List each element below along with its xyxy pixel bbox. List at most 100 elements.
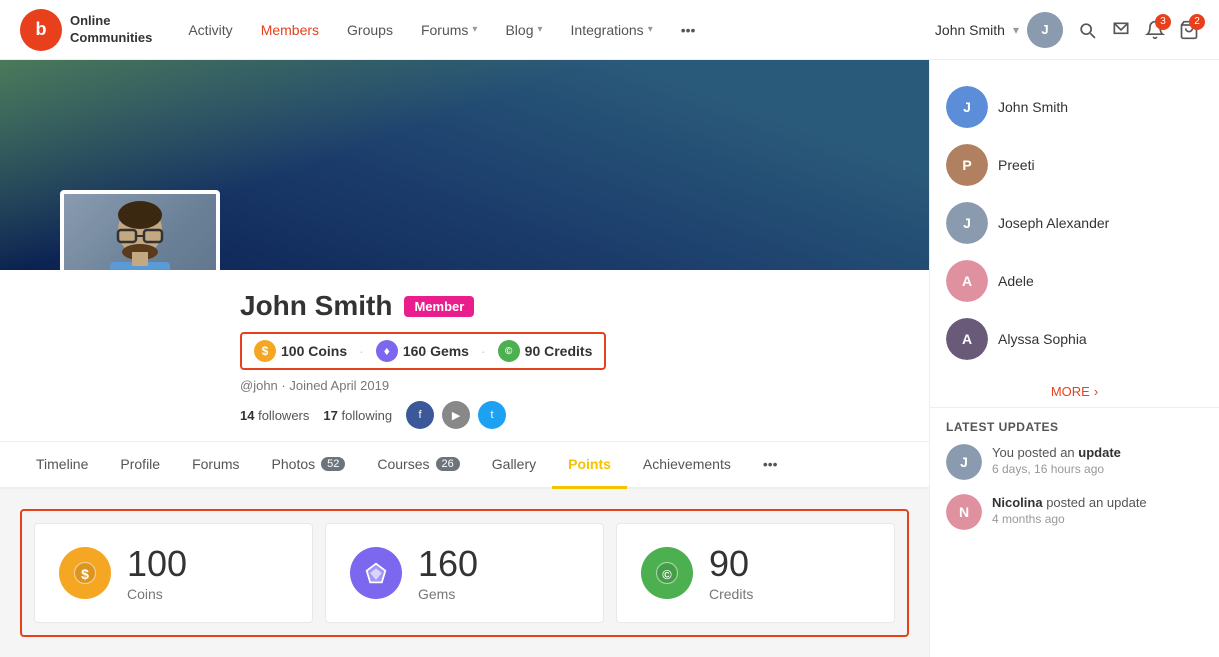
tab-points[interactable]: Points — [552, 442, 627, 489]
member-avatar-joseph: J — [946, 202, 988, 244]
right-sidebar: J John Smith P Preeti J Joseph Alexander… — [929, 60, 1219, 657]
svg-text:$: $ — [81, 566, 89, 582]
points-row: $ 100 Coins · ♦ 160 Gems · © 90 Credits — [240, 332, 606, 370]
twitter-link[interactable]: t — [478, 401, 506, 429]
member-avatar-alyssa: A — [946, 318, 988, 360]
member-avatar-adele: A — [946, 260, 988, 302]
member-name-john: John Smith — [998, 99, 1068, 115]
gems-card-value: 160 — [418, 544, 478, 584]
cart-button[interactable]: 2 — [1179, 20, 1199, 40]
nav-integrations[interactable]: Integrations ▾ — [559, 14, 665, 46]
logo-letter: b — [36, 19, 47, 40]
gems-values: 160 Gems — [418, 544, 478, 602]
tab-profile[interactable]: Profile — [104, 442, 176, 489]
update-text-1: You posted an update 6 days, 16 hours ag… — [992, 444, 1121, 476]
credits-card-label: Credits — [709, 586, 753, 602]
member-name-preeti: Preeti — [998, 157, 1035, 173]
gems-icon: ♦ — [376, 340, 398, 362]
credits-card: © 90 Credits — [616, 523, 895, 623]
profile-avatar — [64, 194, 216, 270]
sidebar-latest-updates: LATEST UPDATES J You posted an update 6 … — [930, 407, 1219, 530]
member-avatar-john: J — [946, 86, 988, 128]
nav-blog[interactable]: Blog ▾ — [493, 14, 554, 46]
followers-count[interactable]: 14 followers — [240, 408, 309, 423]
facebook-link[interactable]: f — [406, 401, 434, 429]
user-menu[interactable]: John Smith ▾ J — [935, 12, 1063, 48]
coins-card-value: 100 — [127, 544, 187, 584]
brand-name: Online Communities — [70, 13, 152, 47]
messages-button[interactable] — [1111, 20, 1131, 40]
coins-values: 100 Coins — [127, 544, 187, 602]
tab-forums[interactable]: Forums — [176, 442, 255, 489]
profile-name-row: John Smith Member — [240, 290, 909, 322]
tab-more[interactable]: ••• — [747, 442, 794, 489]
divider2: · — [481, 343, 486, 359]
nav-members[interactable]: Members — [249, 14, 331, 46]
member-name-joseph: Joseph Alexander — [998, 215, 1109, 231]
sidebar-more-button[interactable]: MORE › — [930, 376, 1219, 407]
youtube-link[interactable]: ▶ — [442, 401, 470, 429]
navbar-right: John Smith ▾ J 3 2 — [935, 12, 1199, 48]
tab-photos[interactable]: Photos 52 — [256, 442, 362, 489]
credits-card-value: 90 — [709, 544, 753, 584]
divider1: · — [359, 343, 364, 359]
sidebar-member-john[interactable]: J John Smith — [930, 78, 1219, 136]
main-nav: Activity Members Groups Forums ▾ Blog ▾ … — [176, 14, 935, 46]
search-button[interactable] — [1077, 20, 1097, 40]
integrations-chevron: ▾ — [648, 24, 653, 35]
svg-text:©: © — [662, 567, 672, 582]
member-avatar-preeti: P — [946, 144, 988, 186]
following-count[interactable]: 17 following — [323, 408, 392, 423]
member-name-alyssa: Alyssa Sophia — [998, 331, 1087, 347]
member-name-adele: Adele — [998, 273, 1034, 289]
credits-icon: © — [498, 340, 520, 362]
tab-achievements[interactable]: Achievements — [627, 442, 747, 489]
sidebar-member-preeti[interactable]: P Preeti — [930, 136, 1219, 194]
profile-name: John Smith — [240, 290, 392, 322]
profile-avatar-wrapper — [60, 190, 220, 270]
update-time-1: 6 days, 16 hours ago — [992, 462, 1121, 476]
profile-info-section: John Smith Member $ 100 Coins · ♦ 160 Ge… — [0, 270, 929, 442]
gems-card-icon — [350, 547, 402, 599]
update-item-1: J You posted an update 6 days, 16 hours … — [946, 444, 1203, 480]
cover-photo — [0, 60, 929, 270]
points-cards-section: $ 100 Coins 160 Gems — [0, 489, 929, 657]
update-item-2: N Nicolina posted an update 4 months ago — [946, 494, 1203, 530]
profile-tabs: Timeline Profile Forums Photos 52 Course… — [0, 442, 929, 489]
points-cards-wrapper: $ 100 Coins 160 Gems — [20, 509, 909, 637]
notifications-badge: 3 — [1155, 14, 1171, 30]
navbar: b Online Communities Activity Members Gr… — [0, 0, 1219, 60]
logo[interactable]: b Online Communities — [20, 9, 152, 51]
nav-activity[interactable]: Activity — [176, 14, 244, 46]
social-links: f ▶ t — [406, 401, 506, 429]
coins-card-label: Coins — [127, 586, 187, 602]
tab-courses[interactable]: Courses 26 — [361, 442, 475, 489]
logo-icon: b — [20, 9, 62, 51]
gems-point: ♦ 160 Gems — [376, 340, 469, 362]
more-chevron-icon: › — [1094, 384, 1098, 399]
coins-value: 100 Coins — [281, 343, 347, 359]
profile-meta: @john · Joined April 2019 — [240, 378, 909, 393]
photos-badge: 52 — [321, 457, 345, 471]
latest-updates-title: LATEST UPDATES — [946, 420, 1203, 434]
gems-card: 160 Gems — [325, 523, 604, 623]
tab-timeline[interactable]: Timeline — [20, 442, 104, 489]
user-name: John Smith — [935, 22, 1005, 38]
sidebar-member-adele[interactable]: A Adele — [930, 252, 1219, 310]
nav-more[interactable]: ••• — [669, 14, 708, 46]
notifications-button[interactable]: 3 — [1145, 20, 1165, 40]
coins-point: $ 100 Coins — [254, 340, 347, 362]
sidebar-member-joseph[interactable]: J Joseph Alexander — [930, 194, 1219, 252]
tab-gallery[interactable]: Gallery — [476, 442, 552, 489]
coins-card-icon: $ — [59, 547, 111, 599]
sidebar-members-list: J John Smith P Preeti J Joseph Alexander… — [930, 70, 1219, 376]
credits-point: © 90 Credits — [498, 340, 593, 362]
user-avatar: J — [1027, 12, 1063, 48]
sidebar-member-alyssa[interactable]: A Alyssa Sophia — [930, 310, 1219, 368]
credits-value: 90 Credits — [525, 343, 593, 359]
page-layout: John Smith Member $ 100 Coins · ♦ 160 Ge… — [0, 60, 1219, 657]
nav-forums[interactable]: Forums ▾ — [409, 14, 489, 46]
credits-values: 90 Credits — [709, 544, 753, 602]
avatar-image: J — [1027, 12, 1063, 48]
nav-groups[interactable]: Groups — [335, 14, 405, 46]
